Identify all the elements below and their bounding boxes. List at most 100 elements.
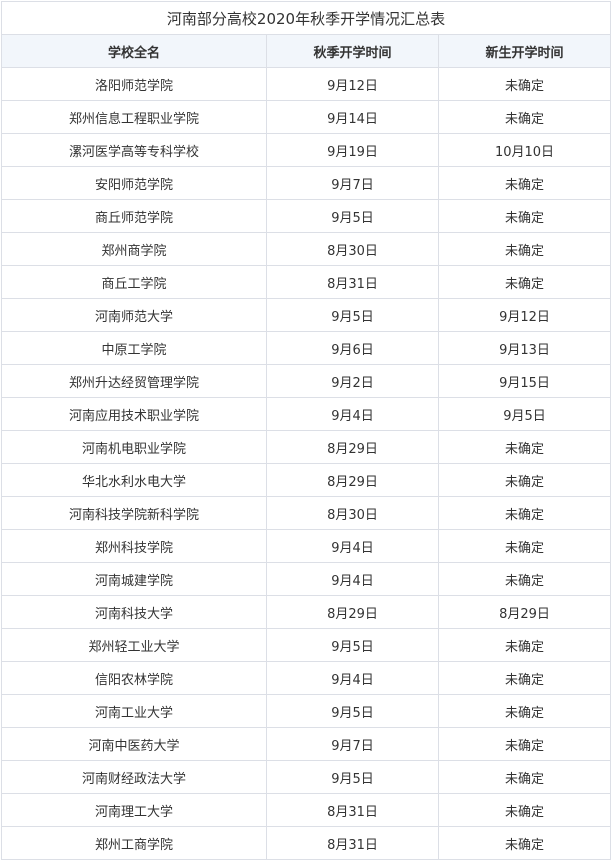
table-row: 郑州商学院 8月30日 未确定 [1,232,611,266]
school-name-cell: 河南应用技术职业学院 [1,397,267,431]
autumn-start-cell: 9月4日 [266,529,439,563]
table-header-row: 学校全名 秋季开学时间 新生开学时间 [1,34,611,68]
freshman-start-cell: 未确定 [438,661,611,695]
school-name-cell: 河南城建学院 [1,562,267,596]
school-name-cell: 河南科技大学 [1,595,267,629]
table-row: 河南科技大学 8月29日 8月29日 [1,595,611,629]
table-row: 河南机电职业学院 8月29日 未确定 [1,430,611,464]
autumn-start-cell: 9月6日 [266,331,439,365]
autumn-start-cell: 9月19日 [266,133,439,167]
autumn-start-cell: 8月29日 [266,595,439,629]
autumn-start-cell: 8月31日 [266,826,439,860]
freshman-start-cell: 未确定 [438,199,611,233]
autumn-start-cell: 9月5日 [266,298,439,332]
autumn-start-cell: 8月29日 [266,463,439,497]
table-body: 洛阳师范学院 9月12日 未确定 郑州信息工程职业学院 9月14日 未确定 漯河医学高等专科… [1,67,611,860]
autumn-start-cell: 8月29日 [266,430,439,464]
freshman-start-cell: 未确定 [438,529,611,563]
table-row: 商丘工学院 8月31日 未确定 [1,265,611,299]
school-name-cell: 郑州轻工业大学 [1,628,267,662]
autumn-start-cell: 9月5日 [266,760,439,794]
table-row: 河南城建学院 9月4日 未确定 [1,562,611,596]
autumn-start-cell: 8月31日 [266,265,439,299]
school-name-cell: 河南中医药大学 [1,727,267,761]
header-school-name: 学校全名 [1,34,267,68]
autumn-start-cell: 9月4日 [266,661,439,695]
freshman-start-cell: 未确定 [438,727,611,761]
school-name-cell: 郑州科技学院 [1,529,267,563]
table-row: 安阳师范学院 9月7日 未确定 [1,166,611,200]
freshman-start-cell: 未确定 [438,430,611,464]
school-name-cell: 河南财经政法大学 [1,760,267,794]
table-row: 郑州工商学院 8月31日 未确定 [1,826,611,860]
school-name-cell: 洛阳师范学院 [1,67,267,101]
school-name-cell: 商丘师范学院 [1,199,267,233]
freshman-start-cell: 未确定 [438,463,611,497]
school-name-cell: 河南科技学院新科学院 [1,496,267,530]
table-row: 郑州升达经贸管理学院 9月2日 9月15日 [1,364,611,398]
school-name-cell: 河南机电职业学院 [1,430,267,464]
autumn-start-cell: 9月5日 [266,694,439,728]
opening-schedule-table: 河南部分高校2020年秋季开学情况汇总表 学校全名 秋季开学时间 新生开学时间 … [1,1,611,860]
freshman-start-cell: 未确定 [438,793,611,827]
header-autumn-start: 秋季开学时间 [266,34,439,68]
freshman-start-cell: 9月5日 [438,397,611,431]
table-title-row: 河南部分高校2020年秋季开学情况汇总表 [1,1,611,35]
freshman-start-cell: 8月29日 [438,595,611,629]
freshman-start-cell: 未确定 [438,760,611,794]
table-row: 洛阳师范学院 9月12日 未确定 [1,67,611,101]
school-name-cell: 中原工学院 [1,331,267,365]
table-row: 河南应用技术职业学院 9月4日 9月5日 [1,397,611,431]
table-title: 河南部分高校2020年秋季开学情况汇总表 [1,1,611,35]
table-row: 郑州轻工业大学 9月5日 未确定 [1,628,611,662]
freshman-start-cell: 未确定 [438,826,611,860]
table-row: 华北水利水电大学 8月29日 未确定 [1,463,611,497]
table-row: 河南中医药大学 9月7日 未确定 [1,727,611,761]
freshman-start-cell: 未确定 [438,562,611,596]
autumn-start-cell: 8月30日 [266,232,439,266]
autumn-start-cell: 8月31日 [266,793,439,827]
school-name-cell: 郑州商学院 [1,232,267,266]
autumn-start-cell: 9月4日 [266,562,439,596]
freshman-start-cell: 未确定 [438,232,611,266]
table-row: 中原工学院 9月6日 9月13日 [1,331,611,365]
school-name-cell: 河南理工大学 [1,793,267,827]
school-name-cell: 安阳师范学院 [1,166,267,200]
autumn-start-cell: 9月5日 [266,628,439,662]
school-name-cell: 河南工业大学 [1,694,267,728]
school-name-cell: 郑州信息工程职业学院 [1,100,267,134]
freshman-start-cell: 9月13日 [438,331,611,365]
table-row: 河南师范大学 9月5日 9月12日 [1,298,611,332]
autumn-start-cell: 9月7日 [266,727,439,761]
freshman-start-cell: 未确定 [438,628,611,662]
freshman-start-cell: 未确定 [438,265,611,299]
school-name-cell: 信阳农林学院 [1,661,267,695]
freshman-start-cell: 10月10日 [438,133,611,167]
table-row: 河南工业大学 9月5日 未确定 [1,694,611,728]
table-row: 商丘师范学院 9月5日 未确定 [1,199,611,233]
freshman-start-cell: 9月15日 [438,364,611,398]
freshman-start-cell: 未确定 [438,166,611,200]
autumn-start-cell: 8月30日 [266,496,439,530]
table-row: 信阳农林学院 9月4日 未确定 [1,661,611,695]
school-name-cell: 华北水利水电大学 [1,463,267,497]
table-row: 河南理工大学 8月31日 未确定 [1,793,611,827]
autumn-start-cell: 9月7日 [266,166,439,200]
autumn-start-cell: 9月4日 [266,397,439,431]
school-name-cell: 郑州工商学院 [1,826,267,860]
opening-schedule-table-container: 河南部分高校2020年秋季开学情况汇总表 学校全名 秋季开学时间 新生开学时间 … [1,1,611,860]
freshman-start-cell: 未确定 [438,694,611,728]
header-freshman-start: 新生开学时间 [438,34,611,68]
autumn-start-cell: 9月12日 [266,67,439,101]
autumn-start-cell: 9月14日 [266,100,439,134]
autumn-start-cell: 9月2日 [266,364,439,398]
freshman-start-cell: 未确定 [438,67,611,101]
school-name-cell: 商丘工学院 [1,265,267,299]
table-row: 河南财经政法大学 9月5日 未确定 [1,760,611,794]
table-row: 漯河医学高等专科学校 9月19日 10月10日 [1,133,611,167]
table-row: 郑州信息工程职业学院 9月14日 未确定 [1,100,611,134]
school-name-cell: 漯河医学高等专科学校 [1,133,267,167]
autumn-start-cell: 9月5日 [266,199,439,233]
freshman-start-cell: 未确定 [438,100,611,134]
school-name-cell: 郑州升达经贸管理学院 [1,364,267,398]
